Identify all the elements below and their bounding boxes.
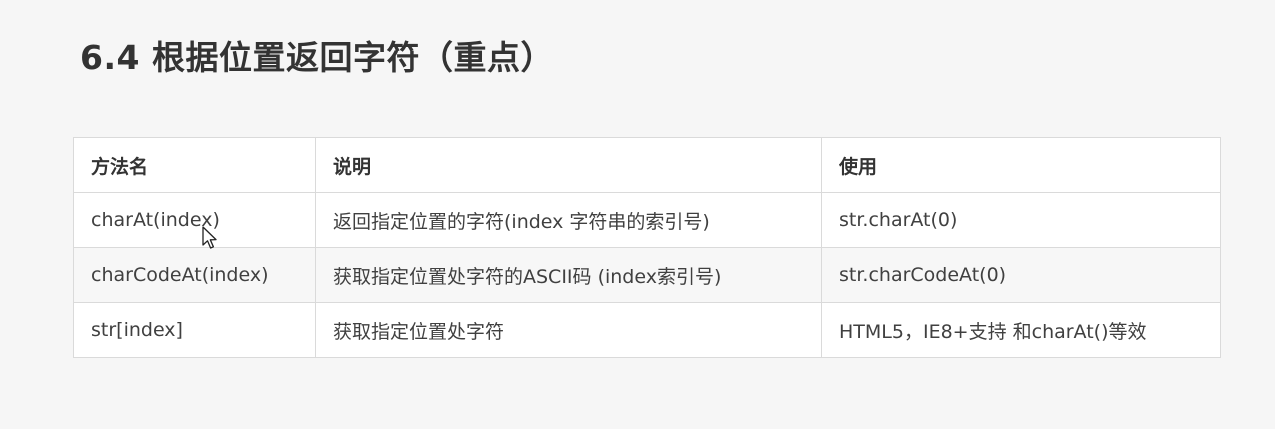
cell-method-name: str[index] xyxy=(73,302,316,358)
cell-method-name: charCodeAt(index) xyxy=(73,247,316,303)
cell-usage: HTML5，IE8+支持 和charAt()等效 xyxy=(821,302,1221,358)
table-row: charAt(index) 返回指定位置的字符(index 字符串的索引号) s… xyxy=(73,192,1221,248)
header-description: 说明 xyxy=(315,137,822,193)
table-row: charCodeAt(index) 获取指定位置处字符的ASCII码 (inde… xyxy=(73,247,1221,303)
header-usage: 使用 xyxy=(821,137,1221,193)
cell-description: 获取指定位置处字符的ASCII码 (index索引号) xyxy=(315,247,822,303)
method-table: 方法名 说明 使用 charAt(index) 返回指定位置的字符(index … xyxy=(73,137,1221,358)
mouse-pointer-icon xyxy=(202,226,217,249)
header-method-name: 方法名 xyxy=(73,137,316,193)
cell-usage: str.charAt(0) xyxy=(821,192,1221,248)
table-row: str[index] 获取指定位置处字符 HTML5，IE8+支持 和charA… xyxy=(73,302,1221,358)
cell-usage: str.charCodeAt(0) xyxy=(821,247,1221,303)
page-title: 6.4 根据位置返回字符（重点） xyxy=(80,38,554,77)
cell-description: 获取指定位置处字符 xyxy=(315,302,822,358)
cell-method-name: charAt(index) xyxy=(73,192,316,248)
table-header-row: 方法名 说明 使用 xyxy=(73,137,1221,193)
cell-description: 返回指定位置的字符(index 字符串的索引号) xyxy=(315,192,822,248)
